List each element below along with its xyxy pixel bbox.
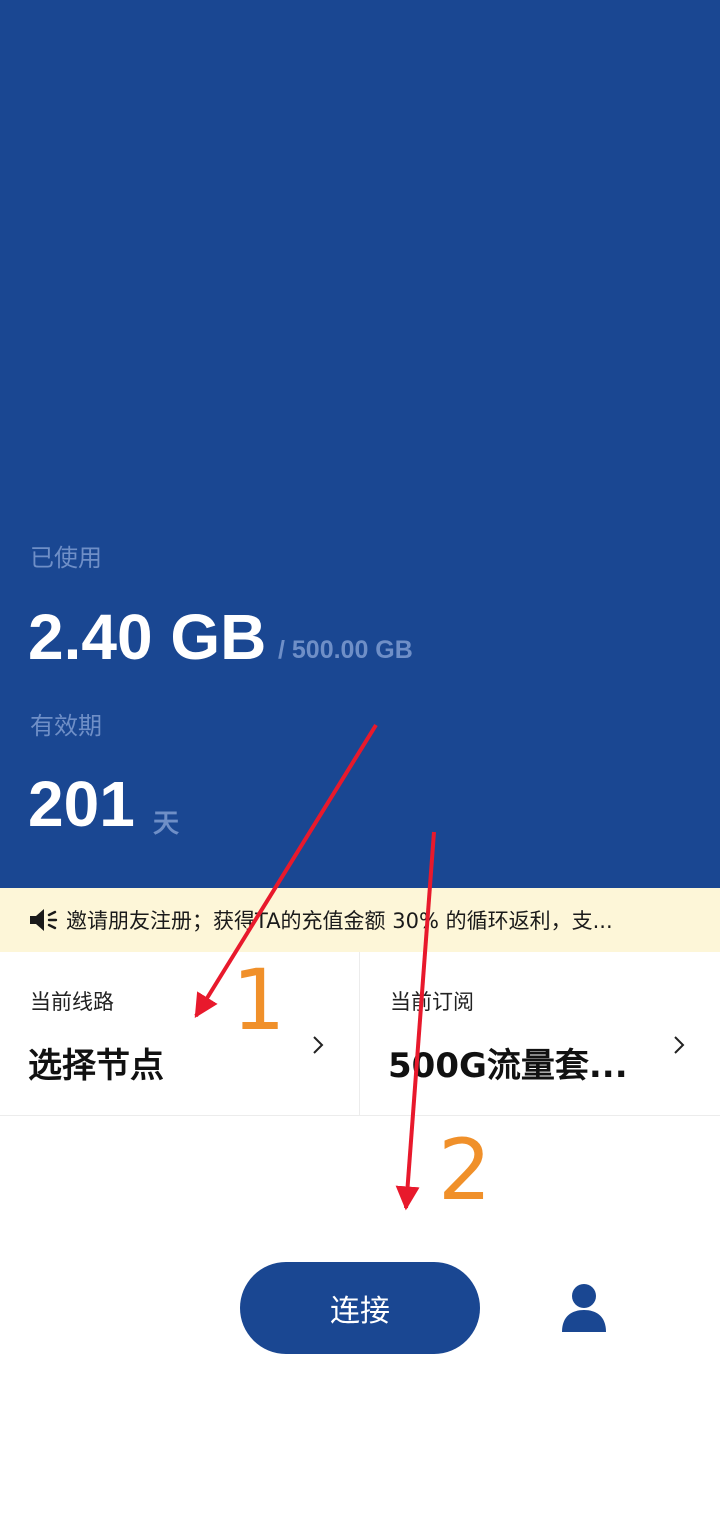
usage-panel: 已使用 2.40 GB / 500.00 GB 有效期 201 天: [0, 0, 720, 888]
used-label: 已使用: [30, 544, 102, 572]
step-number-2: 2: [438, 1121, 492, 1219]
route-card[interactable]: 当前线路 选择节点: [0, 952, 360, 1115]
notice-bar[interactable]: 邀请朋友注册；获得TA的充值金额 30% 的循环返利，支...: [0, 888, 720, 952]
subscription-card[interactable]: 当前订阅 500G流量套...: [360, 952, 720, 1115]
used-value: 2.40 GB: [28, 601, 267, 673]
route-label: 当前线路: [30, 990, 114, 1014]
total-quota: / 500.00 GB: [278, 636, 413, 664]
chevron-right-icon: [674, 1036, 685, 1054]
days-remaining: 201: [28, 768, 135, 840]
speaker-icon: [30, 909, 58, 931]
connect-button[interactable]: 连接: [240, 1262, 480, 1354]
chevron-right-icon: [313, 1036, 324, 1054]
user-icon[interactable]: [560, 1282, 608, 1334]
days-unit: 天: [153, 809, 180, 839]
validity-label: 有效期: [30, 712, 102, 740]
step-number-1: 1: [232, 951, 286, 1049]
notice-text: 邀请朋友注册；获得TA的充值金额 30% 的循环返利，支...: [66, 909, 613, 933]
subscription-label: 当前订阅: [390, 990, 474, 1014]
info-cards: 当前线路 选择节点 当前订阅 500G流量套...: [0, 952, 720, 1116]
subscription-value: 500G流量套...: [388, 1046, 628, 1086]
